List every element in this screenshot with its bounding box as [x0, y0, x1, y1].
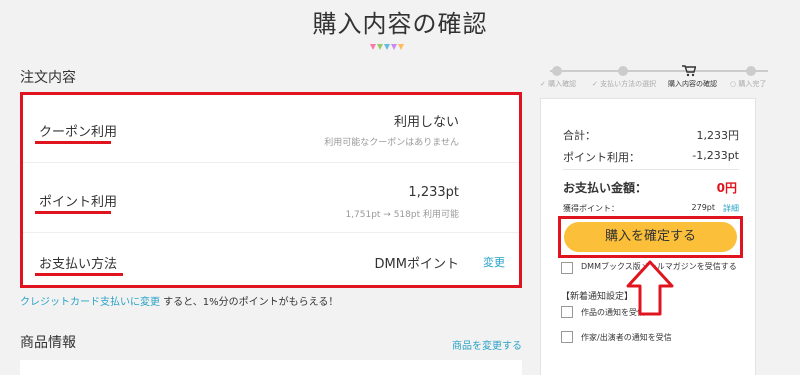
- step-dot-2: [618, 66, 628, 76]
- points-underline: [35, 211, 111, 214]
- step-dot-4: [746, 66, 756, 76]
- earn-points-detail-link[interactable]: 詳細: [723, 203, 739, 214]
- payment-label: お支払い方法: [39, 257, 118, 272]
- payment-row: お支払い方法 DMMポイント 変更: [23, 233, 519, 285]
- author-notify-checkbox[interactable]: [561, 331, 573, 343]
- product-change-link[interactable]: 商品を変更する: [452, 337, 522, 352]
- author-notify-label: 作家/出演者の通知を受信: [581, 333, 672, 342]
- work-notify-checkbox[interactable]: [561, 306, 573, 318]
- summary-total-value: 1,233円: [696, 129, 740, 142]
- buy-button-highlight: 購入を確定する: [558, 216, 743, 258]
- coupon-row[interactable]: クーポン利用 利用しない 利用可能なクーポンはありません: [23, 95, 519, 163]
- points-value: 1,233pt: [408, 185, 459, 200]
- points-row[interactable]: ポイント利用 1,233pt 1,751pt → 518pt 利用可能: [23, 163, 519, 233]
- earn-points-value: 279pt: [691, 203, 715, 212]
- step-label-3: 購入内容の確認: [668, 80, 717, 88]
- confirm-purchase-button[interactable]: 購入を確定する: [564, 222, 737, 252]
- payment-change-link[interactable]: 変更: [483, 254, 505, 270]
- payment-value: DMMポイント: [374, 257, 459, 272]
- step-label-4: ○ 購入完了: [730, 80, 767, 88]
- summary-total-row: 合計： 1,233円: [563, 127, 739, 143]
- payment-underline: [35, 273, 123, 276]
- coupon-label: クーポン利用: [39, 125, 118, 140]
- steps-line: [550, 70, 768, 72]
- credit-card-note: クレジットカード支払いに変更 すると、1%分のポイントがもらえる！: [20, 293, 338, 308]
- points-label: ポイント利用: [39, 195, 118, 210]
- coupon-underline: [35, 141, 111, 144]
- summary-points-label: ポイント利用：: [563, 151, 640, 164]
- mail-magazine-checkbox[interactable]: [561, 262, 573, 274]
- summary-points-value: -1,233pt: [692, 149, 739, 162]
- coupon-sub: 利用可能なクーポンはありません: [324, 138, 459, 148]
- summary-total-label: 合計：: [563, 129, 596, 142]
- purchase-confirm-page: 購入内容の確認 注文内容 クーポン利用 利用しない 利用可能なクーポンはありませ…: [0, 0, 800, 375]
- summary-points-row: ポイント利用： -1,233pt: [563, 149, 739, 165]
- progress-steps: ✓ 購入確認 ✓ 支払い方法の選択 購入内容の確認 ○ 購入完了: [540, 62, 780, 90]
- pay-amount-value: 0円: [716, 181, 737, 195]
- pointer-arrow-icon: [626, 260, 674, 316]
- product-panel: [20, 360, 522, 375]
- credit-card-note-text: すると、1%分のポイントがもらえる！: [160, 297, 339, 308]
- summary-divider: [563, 169, 739, 170]
- pay-amount-label: お支払い金額：: [563, 181, 648, 195]
- order-details-box: クーポン利用 利用しない 利用可能なクーポンはありません ポイント利用 1,23…: [20, 92, 522, 288]
- step-label-2: ✓ 支払い方法の選択: [592, 80, 657, 88]
- earn-points-label: 獲得ポイント：: [563, 204, 619, 213]
- step-dot-1: [552, 66, 562, 76]
- product-section-label: 商品情報: [20, 335, 76, 351]
- credit-card-link[interactable]: クレジットカード支払いに変更: [20, 297, 160, 308]
- coupon-value: 利用しない: [393, 115, 459, 130]
- page-title: 購入内容の確認: [312, 10, 488, 38]
- points-sub: 1,751pt → 518pt 利用可能: [345, 210, 459, 220]
- bunting-decoration: [370, 44, 410, 52]
- step-label-1: ✓ 購入確認: [540, 80, 577, 88]
- order-section-label: 注文内容: [20, 70, 76, 86]
